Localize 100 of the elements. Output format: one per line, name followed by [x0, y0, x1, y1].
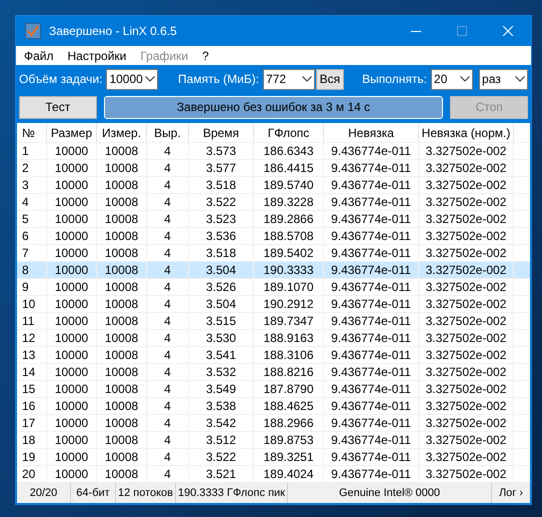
dropdown[interactable]: 10000 — [106, 68, 158, 90]
table-row[interactable]: 19 10000 10008 4 3.522 189.3251 9.436774e-011 3.327502e-002 — [17, 449, 530, 466]
table-row[interactable]: 6 10000 10008 4 3.536 188.5708 9.436774e-011 3.327502e-002 — [17, 228, 530, 245]
column-header[interactable]: Размер — [47, 123, 97, 142]
table-cell: 189.3251 — [254, 449, 324, 465]
table-cell: 3.327502e-002 — [419, 160, 514, 176]
table-cell: 10000 — [47, 211, 97, 227]
table-cell: 3.521 — [189, 466, 254, 482]
table-row[interactable]: 8 10000 10008 4 3.504 190.3333 9.436774e-011 3.327502e-002 — [17, 262, 530, 279]
table-row[interactable]: 5 10000 10008 4 3.523 189.2866 9.436774e-011 3.327502e-002 — [17, 211, 530, 228]
table-cell: 4 — [147, 381, 189, 397]
table-cell: 10000 — [47, 347, 97, 363]
table-cell: 10 — [17, 296, 47, 312]
table-row[interactable]: 9 10000 10008 4 3.526 189.1070 9.436774e-011 3.327502e-002 — [17, 279, 530, 296]
table-cell: 10000 — [47, 466, 97, 482]
dropdown[interactable]: раз — [479, 68, 528, 90]
table-cell: 9.436774e-011 — [324, 177, 419, 193]
table-row[interactable]: 3 10000 10008 4 3.518 189.5740 9.436774e-011 3.327502e-002 — [17, 177, 530, 194]
table-cell: 9.436774e-011 — [324, 432, 419, 448]
column-header[interactable]: Измер. — [97, 123, 147, 142]
table-cell: 10008 — [97, 279, 147, 295]
table-cell: 16 — [17, 398, 47, 414]
table-cell: 186.6343 — [254, 143, 324, 159]
table-row[interactable]: 1 10000 10008 4 3.573 186.6343 9.436774e-011 3.327502e-002 — [17, 143, 530, 160]
table-row[interactable]: 12 10000 10008 4 3.530 188.9163 9.436774e-011 3.327502e-002 — [17, 330, 530, 347]
column-header[interactable]: Выр. — [147, 123, 189, 142]
table-cell: 9.436774e-011 — [324, 449, 419, 465]
table-cell: 10000 — [47, 228, 97, 244]
table-cell: 10000 — [47, 330, 97, 346]
dropdown[interactable]: 20 — [430, 68, 474, 90]
table-cell: 4 — [147, 347, 189, 363]
progress-text: Завершено без ошибок за 3 м 14 с — [176, 99, 370, 116]
table-row[interactable]: 4 10000 10008 4 3.522 189.3228 9.436774e-011 3.327502e-002 — [17, 194, 530, 211]
table-cell: 3.327502e-002 — [419, 364, 514, 380]
table-cell: 9.436774e-011 — [324, 466, 419, 482]
table-cell: 10000 — [47, 143, 97, 159]
table-row[interactable]: 17 10000 10008 4 3.542 188.2966 9.436774e-011 3.327502e-002 — [17, 415, 530, 432]
table-cell: 4 — [147, 398, 189, 414]
table-row[interactable]: 20 10000 10008 4 3.521 189.4024 9.436774e-011 3.327502e-002 — [17, 466, 530, 483]
table-cell: 10008 — [97, 364, 147, 380]
table-cell: 10008 — [97, 415, 147, 431]
menu-item[interactable]: Настройки — [68, 46, 126, 64]
table-cell: 3.327502e-002 — [419, 177, 514, 193]
column-header[interactable]: Время — [189, 123, 254, 142]
table-cell: 3.515 — [189, 313, 254, 329]
table-cell: 10000 — [47, 279, 97, 295]
table-row[interactable]: 18 10000 10008 4 3.512 189.8753 9.436774e-011 3.327502e-002 — [17, 432, 530, 449]
app-icon — [25, 23, 41, 39]
table-row[interactable]: 7 10000 10008 4 3.518 189.5402 9.436774e-011 3.327502e-002 — [17, 245, 530, 262]
table-cell: 3.327502e-002 — [419, 194, 514, 210]
table-cell: 9.436774e-011 — [324, 245, 419, 261]
table-cell: 10008 — [97, 262, 147, 278]
table-cell: 10000 — [47, 313, 97, 329]
menu-item[interactable]: ? — [202, 46, 209, 64]
table-row[interactable]: 10 10000 10008 4 3.504 190.2912 9.436774e-011 3.327502e-002 — [17, 296, 530, 313]
table-cell: 1 — [17, 143, 47, 159]
all-button[interactable]: Вся — [316, 68, 344, 90]
table-cell: 189.2866 — [254, 211, 324, 227]
window-title: Завершено - LinX 0.6.5 — [49, 23, 177, 40]
table-cell: 188.9163 — [254, 330, 324, 346]
column-header[interactable]: Невязка — [324, 123, 419, 142]
column-header[interactable]: № — [17, 123, 47, 142]
menu-item[interactable]: Файл — [24, 46, 54, 64]
table-cell: 3.327502e-002 — [419, 143, 514, 159]
table-cell: 4 — [147, 177, 189, 193]
table-row[interactable]: 2 10000 10008 4 3.577 186.4415 9.436774e-011 3.327502e-002 — [17, 160, 530, 177]
table-cell: 3.549 — [189, 381, 254, 397]
table-cell: 10000 — [47, 364, 97, 380]
table-row[interactable]: 16 10000 10008 4 3.538 188.4625 9.436774e-011 3.327502e-002 — [17, 398, 530, 415]
table-row[interactable]: 13 10000 10008 4 3.541 188.3106 9.436774e-011 3.327502e-002 — [17, 347, 530, 364]
table-cell: 189.7347 — [254, 313, 324, 329]
table-cell: 3.327502e-002 — [419, 245, 514, 261]
table-cell: 10008 — [97, 194, 147, 210]
table-cell: 3.327502e-002 — [419, 398, 514, 414]
minimize-icon[interactable] — [411, 30, 421, 32]
table-cell: 10008 — [97, 177, 147, 193]
test-button[interactable]: Тест — [19, 96, 97, 118]
column-header[interactable]: ГФлопс — [254, 123, 324, 142]
table-cell: 3.522 — [189, 194, 254, 210]
table-cell: 2 — [17, 160, 47, 176]
table-cell: 10000 — [47, 381, 97, 397]
table-cell: 3.327502e-002 — [419, 449, 514, 465]
dropdown[interactable]: 772 — [263, 68, 315, 90]
table-row[interactable]: 11 10000 10008 4 3.515 189.7347 9.436774e-011 3.327502e-002 — [17, 313, 530, 330]
table-row[interactable]: 14 10000 10008 4 3.532 188.8216 9.436774e-011 3.327502e-002 — [17, 364, 530, 381]
table-cell: 3.536 — [189, 228, 254, 244]
table-cell: 3.327502e-002 — [419, 466, 514, 482]
table-cell: 10008 — [97, 347, 147, 363]
table-cell: 10000 — [47, 449, 97, 465]
table-cell: 10008 — [97, 245, 147, 261]
table-cell: 10008 — [97, 296, 147, 312]
close-icon[interactable] — [503, 26, 513, 36]
table-cell: 9.436774e-011 — [324, 296, 419, 312]
table-cell: 9.436774e-011 — [324, 160, 419, 176]
table-cell: 9.436774e-011 — [324, 330, 419, 346]
column-header[interactable]: Невязка (норм.) — [419, 123, 514, 142]
table-cell: 20 — [17, 466, 47, 482]
table-cell: 3.573 — [189, 143, 254, 159]
table-cell: 10008 — [97, 432, 147, 448]
table-row[interactable]: 15 10000 10008 4 3.549 187.8790 9.436774e-011 3.327502e-002 — [17, 381, 530, 398]
